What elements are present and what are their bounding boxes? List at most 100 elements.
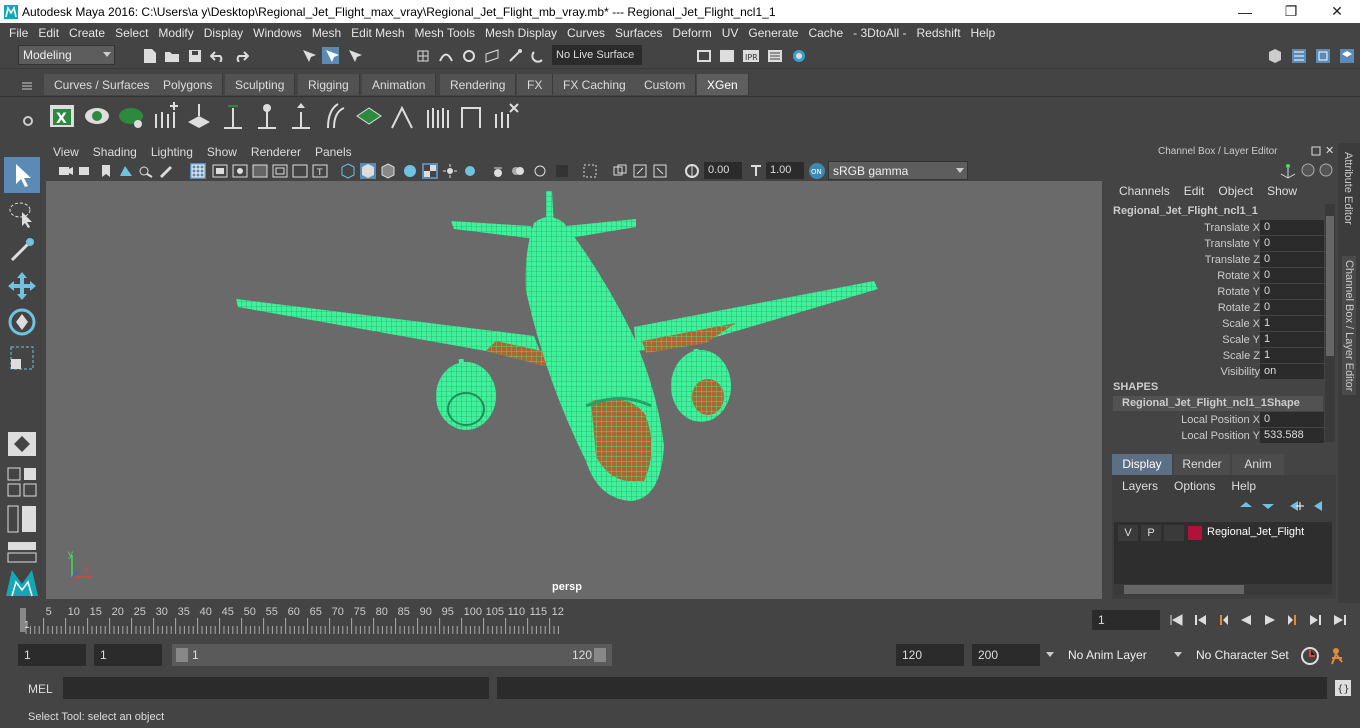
layer-visibility-toggle[interactable]: V bbox=[1118, 525, 1138, 541]
attr-rotate-y[interactable]: Rotate Y0 bbox=[1106, 284, 1326, 300]
step-back-key-icon[interactable] bbox=[1214, 612, 1230, 628]
float-panel-icon[interactable] bbox=[1310, 145, 1322, 157]
snap-to-point-icon[interactable] bbox=[460, 47, 477, 64]
shelf-tab-sculpting[interactable]: Sculpting bbox=[225, 74, 296, 95]
save-scene-icon[interactable] bbox=[186, 47, 203, 64]
menu-surfaces[interactable]: Surfaces bbox=[610, 26, 667, 40]
auto-key-icon[interactable] bbox=[1300, 646, 1320, 666]
gate-mask-icon[interactable] bbox=[252, 164, 268, 178]
attr-value[interactable]: 0 bbox=[1260, 268, 1324, 283]
range-end-handle[interactable] bbox=[594, 648, 606, 662]
menu-edit-mesh[interactable]: Edit Mesh bbox=[346, 26, 409, 40]
camera-attributes-icon[interactable] bbox=[58, 164, 74, 178]
mel-label[interactable]: MEL bbox=[28, 682, 53, 696]
render-current-frame-icon[interactable] bbox=[718, 47, 735, 64]
xgen-delete-guide-icon[interactable] bbox=[490, 100, 520, 132]
ipr-render-icon[interactable]: IPR bbox=[742, 47, 759, 64]
move-layer-down-icon[interactable] bbox=[1260, 499, 1276, 513]
xgen-rebuild-guide-icon[interactable] bbox=[252, 100, 282, 132]
xgen-bend-guide-icon[interactable] bbox=[320, 100, 350, 132]
safe-title-icon[interactable]: T bbox=[312, 164, 328, 178]
select-by-hierarchy-icon[interactable] bbox=[300, 47, 317, 64]
film-gate-icon[interactable] bbox=[212, 164, 228, 178]
safe-action-icon[interactable] bbox=[292, 164, 308, 178]
attr-rotate-x[interactable]: Rotate X0 bbox=[1106, 268, 1326, 284]
viewport-menu-lighting[interactable]: Lighting bbox=[144, 145, 200, 159]
menu-redshift[interactable]: Redshift bbox=[912, 26, 966, 40]
camera-tools-icon[interactable] bbox=[78, 164, 94, 178]
menu-help[interactable]: Help bbox=[966, 26, 1001, 40]
attr-scale-y[interactable]: Scale Y1 bbox=[1106, 332, 1326, 348]
attr-translate-x[interactable]: Translate X0 bbox=[1106, 220, 1326, 236]
shelf-tab-curves-surfaces[interactable]: Curves / Surfaces bbox=[44, 74, 161, 95]
backface-culling-icon[interactable] bbox=[652, 163, 668, 179]
current-frame-field[interactable]: 1 bbox=[1092, 610, 1160, 630]
range-start-handle[interactable] bbox=[176, 648, 188, 662]
attr-value[interactable]: 1 bbox=[1260, 316, 1324, 331]
render-settings-icon[interactable] bbox=[766, 47, 783, 64]
layer-tab-display[interactable]: Display bbox=[1112, 454, 1172, 475]
xray-active-components-icon[interactable] bbox=[632, 163, 648, 179]
layer-playback-toggle[interactable]: P bbox=[1141, 525, 1161, 541]
show-hide-channel-box-icon[interactable] bbox=[1290, 47, 1307, 64]
attr-local-position-x[interactable]: Local Position X0 bbox=[1106, 412, 1326, 428]
xgen-guides-to-curves-icon[interactable] bbox=[354, 100, 384, 132]
menu-set-dropdown[interactable]: Modeling bbox=[18, 45, 115, 65]
isolate-select-icon[interactable] bbox=[554, 163, 570, 179]
attr-value[interactable]: 0 bbox=[1260, 300, 1324, 315]
lasso-tool-icon[interactable] bbox=[4, 196, 40, 232]
animation-end-field[interactable]: 200 bbox=[972, 644, 1040, 666]
attr-rotate-z[interactable]: Rotate Z0 bbox=[1106, 300, 1326, 316]
grid-icon[interactable] bbox=[190, 163, 206, 179]
attr-value[interactable]: 1 bbox=[1260, 332, 1324, 347]
shape-name[interactable]: Regional_Jet_Flight_ncl1_1Shape bbox=[1113, 396, 1323, 411]
minimize-button[interactable]: — bbox=[1222, 0, 1268, 23]
workspace-icon[interactable] bbox=[1266, 47, 1283, 64]
new-layer-icon[interactable] bbox=[1288, 499, 1304, 513]
step-forward-key-icon[interactable] bbox=[1286, 612, 1302, 628]
options-menu[interactable]: Options bbox=[1166, 479, 1223, 493]
graph-layout-icon[interactable] bbox=[6, 540, 38, 564]
paint-select-tool-icon[interactable] bbox=[4, 232, 40, 268]
character-set-dropdown[interactable]: No Character Set bbox=[1172, 644, 1294, 666]
xgen-preview-icon[interactable] bbox=[82, 100, 112, 132]
attr-value[interactable]: on bbox=[1260, 364, 1324, 379]
menu-select[interactable]: Select bbox=[110, 26, 153, 40]
anim-layer-dropdown[interactable]: No Anim Layer bbox=[1044, 644, 1164, 666]
live-surface-field[interactable]: No Live Surface bbox=[552, 45, 642, 65]
object-name[interactable]: Regional_Jet_Flight_ncl1_1 bbox=[1113, 205, 1258, 217]
depth-of-field-icon[interactable] bbox=[532, 163, 548, 179]
channel-box-layer-editor-tab[interactable]: Channel Box / Layer Editor bbox=[1342, 256, 1356, 396]
channels-menu[interactable]: Channels bbox=[1112, 184, 1177, 198]
range-slider[interactable]: 1 120 bbox=[172, 644, 612, 666]
smooth-shading-icon[interactable] bbox=[360, 163, 376, 179]
shelf-settings-gear-icon[interactable] bbox=[22, 115, 34, 127]
shelf-tab-custom[interactable]: Custom bbox=[634, 74, 697, 95]
shelf-tab-fx-caching[interactable]: FX Caching bbox=[553, 74, 637, 95]
playback-start-field[interactable]: 1 bbox=[94, 644, 162, 666]
menu-3dtoall[interactable]: - 3DtoAll - bbox=[848, 26, 911, 40]
attr-value[interactable]: 0 bbox=[1260, 284, 1324, 299]
shadows-icon[interactable] bbox=[442, 163, 458, 179]
snap-to-curve-icon[interactable] bbox=[437, 47, 454, 64]
xray-icon[interactable] bbox=[582, 163, 598, 179]
undo-icon[interactable] bbox=[209, 47, 226, 64]
menu-generate[interactable]: Generate bbox=[743, 26, 803, 40]
xgen-guide-length-icon[interactable] bbox=[218, 100, 248, 132]
menu-file[interactable]: File bbox=[4, 26, 33, 40]
xgen-curves-to-guides-icon[interactable] bbox=[388, 100, 418, 132]
menu-curves[interactable]: Curves bbox=[562, 26, 610, 40]
xgen-guide-normal-icon[interactable] bbox=[286, 100, 316, 132]
xgen-sculpt-guides-icon[interactable] bbox=[184, 100, 214, 132]
textured-icon[interactable] bbox=[402, 163, 418, 179]
mel-command-input[interactable] bbox=[63, 677, 489, 699]
animation-preferences-icon[interactable] bbox=[1328, 646, 1348, 666]
layer-tab-anim[interactable]: Anim bbox=[1232, 454, 1284, 475]
menu-cache[interactable]: Cache bbox=[803, 26, 848, 40]
single-perspective-view-icon[interactable] bbox=[4, 430, 40, 458]
xray-joints-icon[interactable] bbox=[612, 163, 628, 179]
edit-menu[interactable]: Edit bbox=[1177, 184, 1212, 198]
select-by-object-icon[interactable] bbox=[322, 47, 339, 64]
wireframe-shading-icon[interactable] bbox=[340, 163, 356, 179]
shelf-tab-xgen[interactable]: XGen bbox=[697, 74, 749, 95]
